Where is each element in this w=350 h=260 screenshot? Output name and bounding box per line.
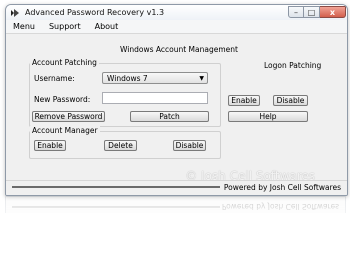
new-password-label: New Password:	[34, 95, 91, 104]
logon-patching-title: Logon Patching	[264, 61, 322, 70]
menu-item-about[interactable]: About	[95, 22, 119, 31]
app-window: Advanced Password Recovery v1.3 – □ x Me…	[5, 4, 348, 196]
app-icon	[11, 9, 19, 17]
reflection-statusbar: Powered by Josh Cell Softwares	[5, 196, 346, 213]
account-manager-title: Account Manager	[30, 126, 100, 135]
manager-delete-button[interactable]: Delete	[104, 140, 137, 151]
window-controls: – □ x	[288, 6, 346, 18]
reflection-status-text: Powered by Josh Cell Softwares	[221, 202, 339, 211]
remove-password-button[interactable]: Remove Password	[32, 111, 105, 122]
account-patching-title: Account Patching	[30, 58, 99, 67]
window-reflection: Powered by Josh Cell Softwares	[5, 196, 346, 236]
window-title: Advanced Password Recovery v1.3	[25, 8, 165, 17]
chevron-down-icon: ▼	[199, 75, 204, 82]
username-value: Windows 7	[107, 74, 148, 83]
menu-item-support[interactable]: Support	[49, 22, 81, 31]
status-text: Powered by Josh Cell Softwares	[223, 183, 341, 192]
section-title: Windows Account Management	[120, 45, 238, 54]
progress-line	[12, 186, 220, 188]
logon-enable-button[interactable]: Enable	[228, 95, 260, 106]
help-button[interactable]: Help	[228, 111, 308, 122]
username-select[interactable]: Windows 7 ▼	[102, 72, 208, 84]
manager-disable-button[interactable]: Disable	[173, 140, 206, 151]
title-bar[interactable]: Advanced Password Recovery v1.3 – □ x	[6, 5, 347, 20]
manager-enable-button[interactable]: Enable	[34, 140, 66, 151]
new-password-field[interactable]	[102, 92, 208, 104]
status-bar: Powered by Josh Cell Softwares	[6, 180, 347, 195]
patch-button[interactable]: Patch	[130, 111, 209, 122]
close-button[interactable]: x	[320, 6, 346, 18]
maximize-button[interactable]: □	[304, 6, 320, 18]
menu-item-menu[interactable]: Menu	[13, 22, 35, 31]
menu-bar: Menu Support About	[6, 20, 347, 34]
logon-disable-button[interactable]: Disable	[273, 95, 308, 106]
username-label: Username:	[34, 74, 75, 83]
minimize-button[interactable]: –	[288, 6, 304, 18]
reflection-progress-line	[12, 206, 220, 208]
